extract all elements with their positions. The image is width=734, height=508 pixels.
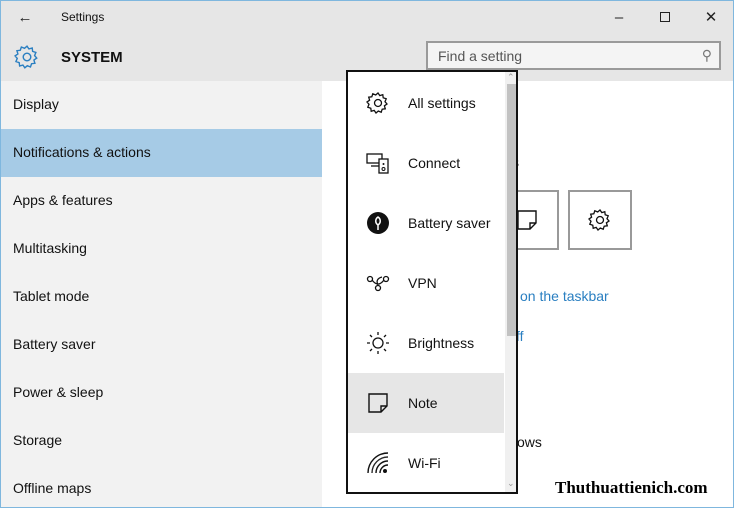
dropdown-item-label: Connect — [408, 155, 461, 171]
gear-icon — [588, 209, 610, 231]
minimize-button[interactable]: – — [599, 5, 639, 29]
dropdown-item-label: VPN — [408, 275, 437, 291]
scrollbar-thumb[interactable] — [507, 84, 516, 336]
search-input[interactable]: Find a setting ⚲ — [426, 41, 721, 70]
dropdown-item[interactable]: Note — [348, 373, 504, 433]
quick-action-dropdown[interactable]: Wi-Fi Note Brightness VPN Battery saver Conne… — [346, 70, 518, 494]
dropdown-item[interactable]: VPN — [348, 253, 504, 313]
maximize-button[interactable] — [645, 5, 685, 29]
sidebar-item[interactable]: Display — [1, 81, 322, 129]
note-icon — [517, 210, 537, 230]
back-button[interactable]: ← — [5, 5, 45, 29]
dropdown-item[interactable]: Brightness — [348, 313, 504, 373]
sidebar-item[interactable]: Notifications & actions — [1, 129, 322, 177]
title-bar: ← Settings – ✕ — [1, 1, 733, 33]
settings-window: ← Settings – ✕ SYSTEM Find a setting ⚲ D… — [0, 0, 734, 508]
sidebar: Display Notifications & actions Apps & fea… — [1, 81, 322, 507]
page-title: SYSTEM — [61, 49, 123, 66]
sidebar-item[interactable]: Storage — [1, 417, 322, 465]
sidebar-item[interactable]: Battery saver — [1, 321, 322, 369]
dropdown-item-label: Battery saver — [408, 215, 491, 231]
scrollbar[interactable]: ⌃ ⌄ — [505, 72, 516, 492]
brightness-icon — [348, 331, 408, 355]
dropdown-item[interactable]: Battery saver — [348, 193, 504, 253]
dropdown-item[interactable]: Connect — [348, 133, 504, 193]
taskbar-icons-link[interactable]: on the taskbar — [520, 288, 609, 304]
dropdown-item[interactable]: All settings — [348, 73, 504, 133]
search-placeholder: Find a setting — [438, 48, 523, 64]
text-fragment: ows — [517, 434, 542, 450]
window-title: Settings — [61, 10, 105, 24]
note-icon — [348, 392, 408, 414]
sidebar-item[interactable]: Tablet mode — [1, 273, 322, 321]
connect-icon — [348, 151, 408, 175]
watermark: Thuthuattienich.com — [555, 478, 708, 497]
scroll-up-icon[interactable]: ⌃ — [507, 72, 515, 83]
dropdown-item-label: Note — [408, 395, 438, 411]
sidebar-item[interactable]: Power & sleep — [1, 369, 322, 417]
sidebar-item[interactable]: Multitasking — [1, 225, 322, 273]
quick-action-all-settings[interactable] — [568, 190, 632, 250]
vpn-icon — [348, 271, 408, 295]
scroll-down-icon[interactable]: ⌄ — [507, 478, 515, 489]
close-button[interactable]: ✕ — [691, 5, 731, 29]
gear-icon — [348, 91, 408, 115]
dropdown-item-label: Brightness — [408, 335, 475, 351]
sidebar-item[interactable]: Offline maps — [1, 465, 322, 507]
search-icon: ⚲ — [701, 47, 712, 63]
dropdown-item[interactable]: Wi-Fi — [348, 433, 504, 492]
gear-icon — [14, 45, 38, 69]
dropdown-item-label: Wi-Fi — [408, 455, 441, 471]
sidebar-item[interactable]: Apps & features — [1, 177, 322, 225]
dropdown-item-label: All settings — [408, 95, 476, 111]
wifi-icon — [348, 451, 408, 475]
battery-saver-icon — [348, 211, 408, 235]
